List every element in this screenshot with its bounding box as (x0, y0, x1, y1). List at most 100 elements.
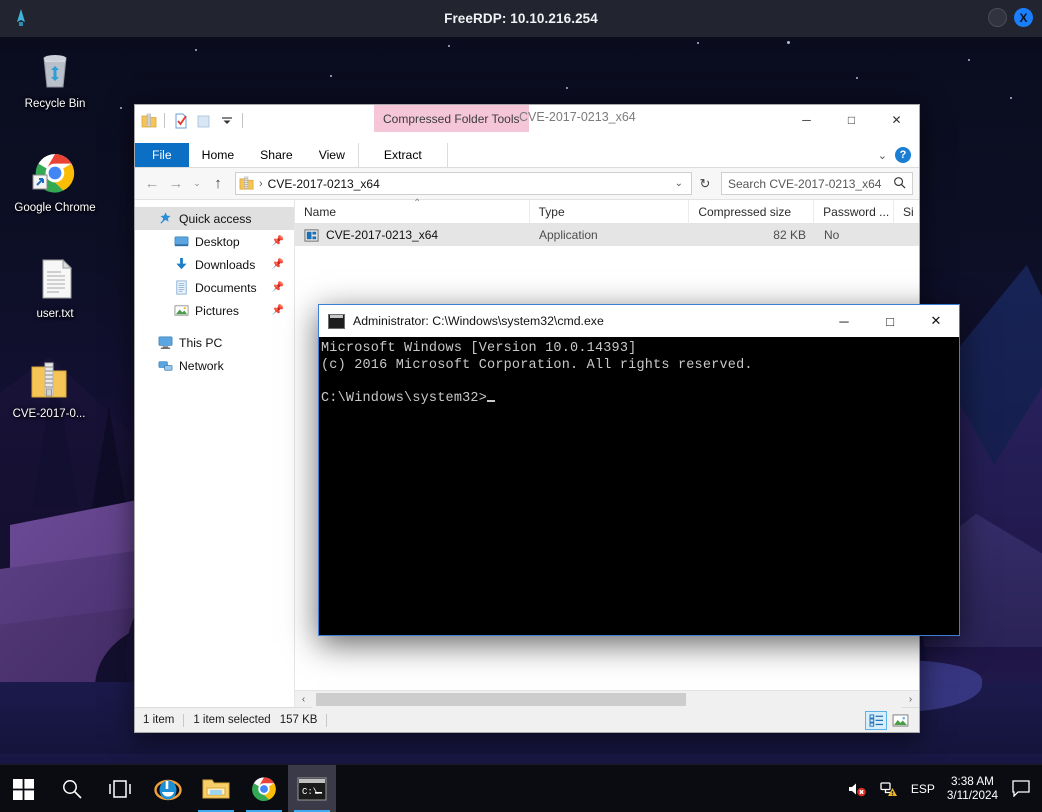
breadcrumb-path[interactable]: CVE-2017-0213_x64 (268, 177, 380, 191)
recent-locations-icon[interactable]: ⌄ (189, 178, 205, 189)
forward-button[interactable]: → (165, 172, 187, 196)
address-bar[interactable]: › CVE-2017-0213_x64 ⌄ (235, 172, 692, 195)
volume-muted-icon[interactable] (847, 779, 867, 799)
cmd-cursor (487, 399, 496, 402)
refresh-button[interactable]: ↻ (694, 172, 716, 195)
star-pin-icon (157, 211, 173, 227)
desktop-icon-recycle-bin[interactable]: Recycle Bin (8, 45, 102, 111)
freerdp-titlebar[interactable]: FreeRDP: 10.10.216.254 X (0, 0, 1042, 37)
pin-icon[interactable]: 📌 (272, 236, 284, 247)
documents-icon (173, 280, 189, 296)
scrollbar-track[interactable] (312, 690, 902, 708)
cmd-window-controls: ─ □ ✕ (821, 305, 959, 337)
column-header-compressed-size[interactable]: Compressed size (689, 199, 815, 224)
cmd-close-button[interactable]: ✕ (913, 305, 959, 337)
desktop-icon-label: Recycle Bin (24, 98, 86, 110)
column-header-type[interactable]: Type (530, 199, 690, 224)
horizontal-scrollbar[interactable]: ‹ › (295, 690, 919, 708)
status-selection: 1 item selected (193, 714, 271, 726)
new-folder-icon[interactable] (194, 111, 213, 130)
cmd-maximize-button[interactable]: □ (867, 305, 913, 337)
explorer-maximize-button[interactable]: □ (829, 105, 874, 135)
search-input[interactable]: Search CVE-2017-0213_x64 (728, 177, 893, 191)
desktop-icon-label: CVE-2017-0... (12, 408, 86, 420)
file-password-protected: No (824, 228, 840, 242)
sidebar-item-quick-access[interactable]: Quick access (135, 207, 294, 230)
cmd-minimize-button[interactable]: ─ (821, 305, 867, 337)
sidebar-item-pictures[interactable]: Pictures 📌 (135, 299, 294, 322)
rdp-minimize-button[interactable] (988, 8, 1007, 27)
tab-share[interactable]: Share (247, 143, 306, 167)
tab-view[interactable]: View (306, 143, 358, 167)
desktop-icon-user-txt[interactable]: user.txt (8, 255, 102, 321)
desktop-icon (173, 234, 189, 250)
file-compressed-size: 82 KB (773, 228, 806, 242)
sidebar-item-documents[interactable]: Documents 📌 (135, 276, 294, 299)
pin-icon[interactable]: 📌 (272, 259, 284, 270)
scroll-left-button[interactable]: ‹ (295, 694, 312, 705)
details-view-button[interactable] (865, 710, 887, 730)
explorer-minimize-button[interactable]: ─ (784, 105, 829, 135)
recycle-bin-icon (31, 45, 79, 93)
sidebar-item-desktop[interactable]: Desktop 📌 (135, 230, 294, 253)
file-type: Application (539, 228, 598, 242)
search-box[interactable]: Search CVE-2017-0213_x64 (721, 172, 913, 195)
task-view-button[interactable] (96, 765, 144, 812)
sidebar-item-downloads[interactable]: Downloads 📌 (135, 253, 294, 276)
explorer-status-bar: 1 item 1 item selected 157 KB (135, 707, 919, 732)
language-indicator[interactable]: ESP (911, 782, 935, 796)
desktop-icon-google-chrome[interactable]: Google Chrome (8, 149, 102, 215)
start-button[interactable] (0, 765, 48, 812)
tab-home[interactable]: Home (189, 143, 248, 167)
scroll-right-button[interactable]: › (902, 694, 919, 705)
navigation-pane: Quick access Desktop 📌 Downloads 📌 Docum… (135, 200, 295, 707)
cmd-console-output[interactable]: Microsoft Windows [Version 10.0.14393] (… (319, 337, 959, 635)
desktop-icon-cve-zip[interactable]: CVE-2017-0... (2, 355, 96, 421)
chevron-down-icon[interactable]: ⌄ (670, 178, 688, 189)
pin-icon[interactable]: 📌 (272, 282, 284, 293)
explorer-titlebar[interactable]: Compressed Folder Tools CVE-2017-0213_x6… (135, 105, 919, 143)
freerdp-title: FreeRDP: 10.10.216.254 (444, 11, 598, 26)
zip-folder-icon (25, 355, 73, 403)
status-divider (183, 713, 185, 727)
column-header-password[interactable]: Password ... (814, 199, 895, 224)
application-file-icon (304, 228, 319, 243)
chevron-down-icon[interactable]: ⌄ (878, 149, 887, 162)
cmd-titlebar[interactable]: Administrator: C:\Windows\system32\cmd.e… (319, 305, 959, 337)
cmd-icon (328, 313, 345, 329)
up-button[interactable]: ↑ (207, 172, 229, 196)
explorer-close-button[interactable]: ✕ (874, 105, 919, 135)
table-row[interactable]: CVE-2017-0213_x64 Application 82 KB No (295, 224, 919, 246)
help-icon[interactable]: ? (895, 147, 911, 163)
text-file-icon (31, 255, 79, 303)
cmd-window-title: Administrator: C:\Windows\system32\cmd.e… (353, 314, 604, 328)
scrollbar-thumb[interactable] (316, 692, 686, 706)
zip-folder-icon[interactable] (139, 111, 158, 130)
tab-extract[interactable]: Extract (357, 143, 448, 167)
contextual-tab-header[interactable]: Compressed Folder Tools (374, 105, 529, 132)
action-center-icon[interactable] (1010, 780, 1032, 797)
quick-access-toolbar (139, 111, 245, 130)
internet-explorer-button[interactable] (144, 765, 192, 812)
large-icons-view-button[interactable] (889, 711, 911, 730)
sidebar-item-this-pc[interactable]: This PC (135, 331, 294, 354)
sidebar-item-label: Desktop (195, 234, 240, 249)
customize-chevron-icon[interactable] (217, 111, 236, 130)
cmd-button[interactable]: C:\ (288, 764, 336, 812)
file-explorer-button[interactable] (192, 765, 240, 812)
search-button[interactable] (48, 765, 96, 812)
sidebar-item-network[interactable]: Network (135, 354, 294, 377)
chrome-button[interactable] (240, 765, 288, 812)
remote-desktop-surface[interactable]: Recycle Bin Google Chrome user.txt CVE-2… (0, 37, 1042, 812)
column-header-size[interactable]: Si (894, 200, 919, 224)
tab-file[interactable]: File (135, 143, 189, 167)
rdp-close-button[interactable]: X (1014, 8, 1033, 27)
system-tray: ESP 3:38 AM 3/11/2024 (847, 775, 1042, 803)
network-warning-icon[interactable] (879, 779, 899, 799)
search-icon (893, 176, 906, 192)
properties-icon[interactable] (171, 111, 190, 130)
clock[interactable]: 3:38 AM 3/11/2024 (947, 775, 998, 803)
back-button[interactable]: ← (141, 172, 163, 196)
pin-icon[interactable]: 📌 (272, 305, 284, 316)
